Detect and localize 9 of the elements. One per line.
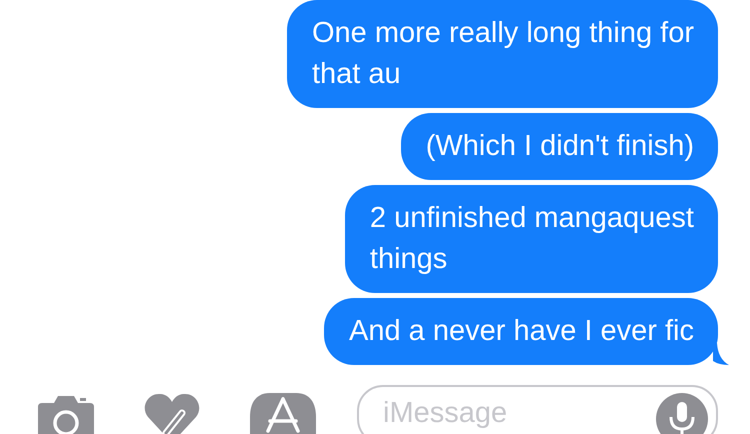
message-field[interactable]: iMessage (357, 385, 718, 434)
message-bubble: 2 unfinished mangaquest things (344, 185, 718, 293)
camera-icon[interactable] (38, 393, 94, 434)
heart-icon[interactable] (144, 393, 200, 434)
microphone-icon[interactable] (656, 393, 708, 434)
app-store-icon[interactable] (250, 393, 316, 434)
message-bubble: One more really long thing for that au (286, 0, 718, 108)
message-bubble: (Which I didn't finish) (400, 113, 718, 180)
message-input[interactable]: iMessage (383, 393, 656, 430)
